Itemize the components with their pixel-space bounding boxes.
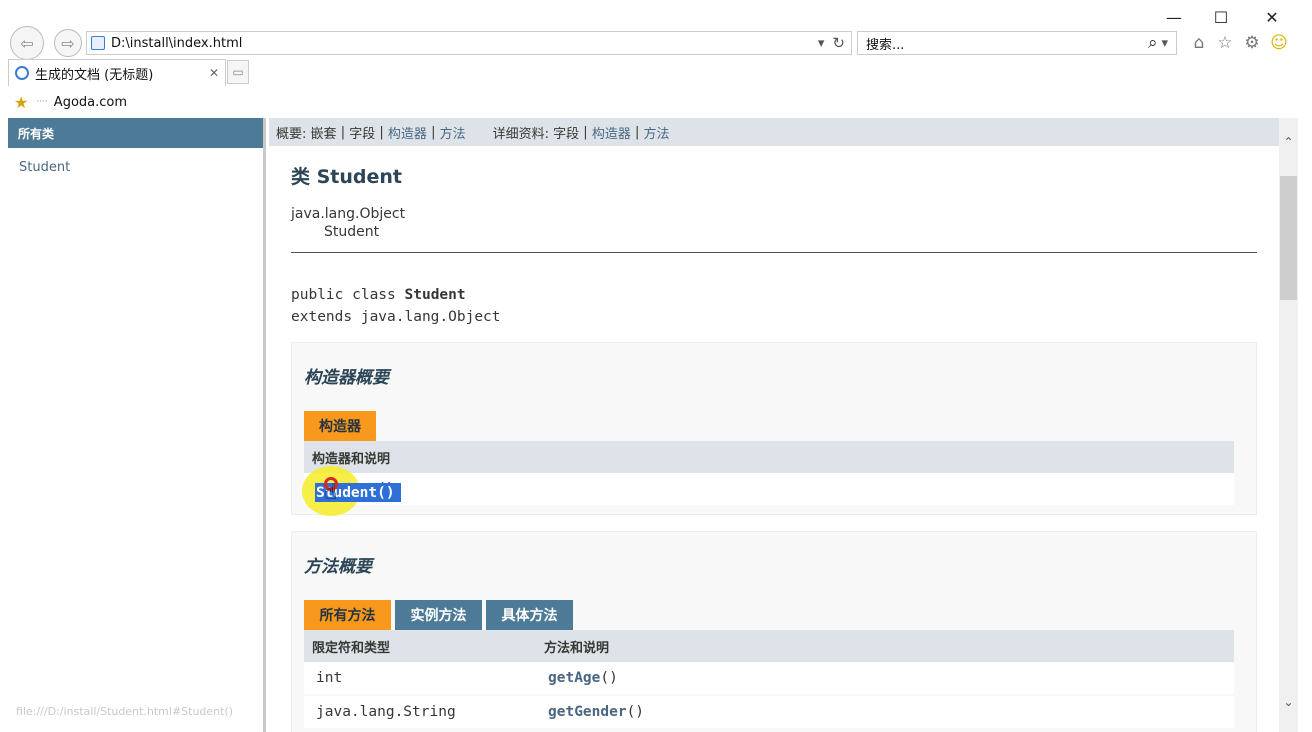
tab-all-methods[interactable]: 所有方法 (304, 600, 391, 630)
method-params: () (626, 704, 645, 720)
new-tab-icon: ▭ (232, 65, 244, 79)
constructor-summary-block: 构造器概要 构造器 构造器和说明 Student() (291, 342, 1257, 515)
sub-navigation: 概要: 嵌套 | 字段 | 构造器 | 方法 详细资料: 字段 | 构造器 | … (269, 118, 1279, 146)
method-summary-title: 方法概要 (304, 557, 372, 577)
favorites-star-icon[interactable]: ☆ (1214, 32, 1236, 54)
detail-label: 详细资料: (492, 126, 549, 142)
constructor-summary-title: 构造器概要 (304, 368, 389, 388)
decl-prefix: public class (291, 287, 405, 303)
detail-method-link[interactable]: 方法 (644, 123, 670, 142)
inheritance-child: Student (324, 224, 380, 240)
refresh-icon[interactable]: ↻ (832, 34, 845, 52)
page-title: 类 Student (291, 166, 403, 188)
separator: | (379, 124, 384, 140)
status-link-preview: file:///D:/install/Student.html#Student(… (16, 704, 234, 718)
separator: | (634, 124, 640, 140)
tab-constructors[interactable]: 构造器 (304, 411, 376, 441)
inheritance-root: java.lang.Object (291, 206, 406, 222)
scroll-up-icon[interactable]: ⌃ (1279, 132, 1298, 152)
maximize-button[interactable]: ☐ (1198, 4, 1244, 30)
separator: | (431, 124, 436, 140)
forward-arrow-icon: ⇨ (61, 33, 75, 53)
method-table-header: 限定符和类型 方法和说明 (304, 630, 1234, 662)
address-dropdown-icon[interactable]: ▾ (818, 36, 825, 51)
close-window-button[interactable]: ✕ (1249, 4, 1295, 30)
search-icon[interactable]: ⌕ (1148, 33, 1158, 53)
scroll-down-icon[interactable]: ⌄ (1279, 692, 1298, 712)
new-tab-button[interactable]: ▭ (227, 60, 249, 84)
class-list-frame: 所有类 Student (8, 118, 266, 732)
ie-page-icon (91, 36, 105, 50)
summary-constructor-link[interactable]: 构造器 (388, 123, 427, 142)
favorites-add-icon[interactable]: ★ (14, 93, 28, 112)
tab-title: 生成的文档 (无标题) (35, 67, 154, 83)
decl-extends: extends java.lang.Object (291, 309, 501, 325)
summary-field: 字段 (349, 126, 376, 142)
class-link-student[interactable]: Student (8, 148, 263, 175)
class-doc-frame: 概要: 嵌套 | 字段 | 构造器 | 方法 详细资料: 字段 | 构造器 | … (269, 118, 1279, 732)
search-placeholder: 搜索... (866, 37, 905, 53)
method-return-type: java.lang.String (316, 704, 456, 720)
separator: | (340, 124, 346, 140)
address-bar[interactable]: D:\install\index.html ▾ ↻ (86, 31, 852, 55)
forward-button[interactable]: ⇨ (54, 29, 82, 57)
summary-method-link[interactable]: 方法 (440, 123, 466, 142)
summary-label: 概要: (276, 126, 307, 142)
back-arrow-icon: ⇦ (20, 33, 34, 53)
search-input[interactable]: 搜索... ⌕ ▾ (857, 31, 1177, 55)
table-row: java.lang.String getGender() (304, 696, 1234, 728)
detail-field: 字段 (553, 126, 580, 142)
method-col-header: 方法和说明 (544, 640, 610, 656)
class-declaration: public class Student extends java.lang.O… (291, 284, 501, 328)
hand-cursor-icon: ☝ (324, 480, 338, 505)
decl-class-name: Student (404, 287, 466, 303)
favorite-agoda-link[interactable]: Agoda.com (54, 95, 127, 110)
method-return-type: int (316, 670, 343, 686)
table-row: int getAge() (304, 662, 1234, 694)
method-link-getgender[interactable]: getGender (548, 704, 627, 720)
address-url[interactable]: D:\install\index.html (111, 36, 242, 51)
all-classes-heading: 所有类 (8, 118, 263, 148)
method-signature: getGender() (548, 696, 644, 728)
divider (291, 252, 1257, 253)
method-params: () (600, 670, 618, 686)
method-signature: getAge() (548, 662, 618, 694)
tab-instance-methods[interactable]: 实例方法 (395, 600, 482, 630)
site-favicon-icon: ···· (36, 97, 48, 107)
summary-nested: 嵌套 (310, 126, 337, 142)
separator: | (583, 124, 588, 140)
constructor-table-header: 构造器和说明 (304, 441, 1234, 473)
browser-tab[interactable]: 生成的文档 (无标题) ✕ (8, 59, 226, 86)
method-link-getage[interactable]: getAge (548, 670, 600, 686)
detail-constructor-link[interactable]: 构造器 (592, 123, 631, 142)
title-bar (0, 0, 1312, 30)
home-icon[interactable]: ⌂ (1188, 32, 1210, 54)
scrollbar-thumb[interactable] (1280, 176, 1297, 300)
method-summary-block: 方法概要 所有方法 实例方法 具体方法 限定符和类型 方法和说明 int get… (291, 531, 1257, 732)
smiley-feedback-icon[interactable]: ☺ (1268, 32, 1290, 54)
favorites-bar: ★ ···· Agoda.com (0, 88, 1312, 116)
minimize-button[interactable]: — (1151, 4, 1197, 30)
tab-close-icon[interactable]: ✕ (209, 66, 219, 80)
search-dropdown-icon[interactable]: ▾ (1161, 36, 1168, 51)
ie-tab-icon (15, 66, 29, 80)
back-button[interactable]: ⇦ (10, 26, 44, 60)
table-row: Student() (304, 473, 1234, 505)
tab-concrete-methods[interactable]: 具体方法 (486, 600, 573, 630)
modifier-type-col-header: 限定符和类型 (312, 640, 391, 656)
gear-icon[interactable]: ⚙ (1241, 32, 1263, 54)
